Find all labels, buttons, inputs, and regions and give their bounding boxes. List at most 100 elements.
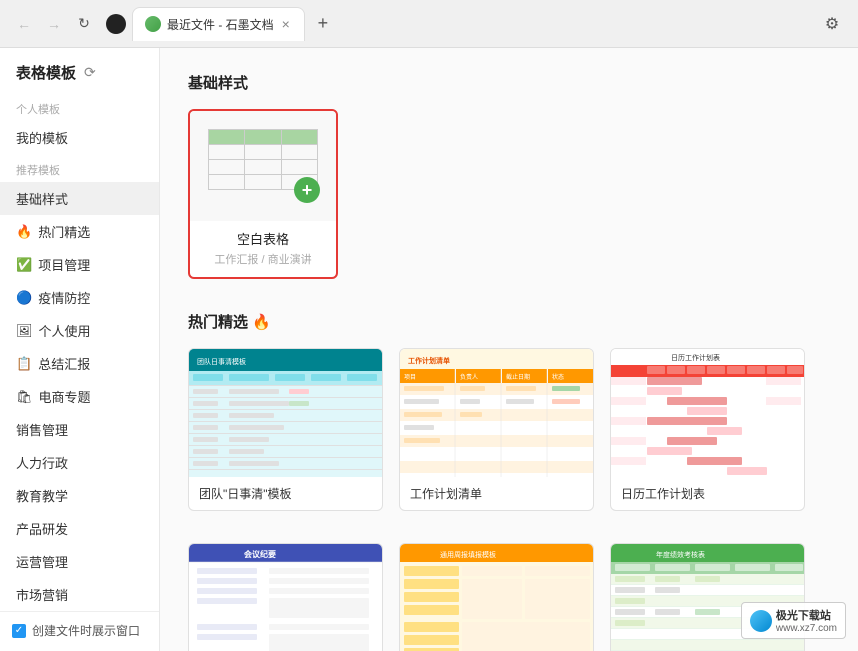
weekly-card[interactable]: 通用周报填报模板 (399, 543, 594, 651)
card-title: 空白表格 (200, 229, 326, 248)
card-name: 工作计划清单 (400, 477, 593, 510)
table-cell (245, 145, 281, 159)
section-label-personal: 个人模板 (0, 93, 159, 121)
tab-bar: 最近文件 - 石墨文档 × + (132, 7, 818, 41)
person-icon: 🖼 (16, 323, 33, 339)
sidebar-item-project[interactable]: ✅ 项目管理 (0, 248, 159, 281)
svg-text:截止日期: 截止日期 (506, 373, 530, 381)
tab-close-button[interactable]: × (280, 14, 292, 34)
card-subtitle: 工作汇报 / 商业演讲 (200, 251, 326, 267)
footer-label: 创建文件时展示窗口 (32, 622, 140, 639)
table-body-row (208, 159, 318, 174)
table-header-row (208, 129, 318, 144)
weekly-svg: 通用周报填报模板 (400, 544, 594, 651)
svg-text:通用周报填报模板: 通用周报填报模板 (440, 550, 496, 559)
footer-checkbox[interactable] (12, 624, 26, 638)
basic-template-grid: + 空白表格 工作汇报 / 商业演讲 (188, 109, 830, 279)
sidebar-header: 表格模板 ⟳ (0, 48, 159, 93)
table-cell (282, 145, 317, 159)
watermark-site: www.xz7.com (776, 623, 837, 634)
svg-text:年度绩效考核表: 年度绩效考核表 (656, 550, 705, 559)
svg-text:日历工作计划表: 日历工作计划表 (671, 353, 720, 362)
sidebar-item-epidemic[interactable]: 🔵 疫情防控 (0, 281, 159, 314)
plus-icon: + (294, 177, 320, 203)
table-cell (209, 175, 245, 189)
hot-icon: 🔥 (16, 224, 32, 240)
sidebar-item-label: 运营管理 (16, 552, 68, 571)
sidebar-item-personal[interactable]: 🖼 个人使用 (0, 314, 159, 347)
table-cell (209, 160, 245, 174)
sidebar-refresh-icon[interactable]: ⟳ (84, 64, 96, 81)
work-plan-preview: 工作计划清单 项目 负责人 截止日期 状态 (400, 349, 594, 477)
sidebar-item-label: 热门精选 (38, 222, 90, 241)
table-cell (209, 145, 245, 159)
sidebar-item-label: 教育教学 (16, 486, 68, 505)
sidebar-item-label: 电商专题 (39, 387, 91, 406)
work-plan-svg: 工作计划清单 项目 负责人 截止日期 状态 (400, 349, 594, 477)
sidebar-item-basic[interactable]: 基础样式 (0, 182, 159, 215)
table-cell (209, 130, 245, 144)
sidebar-item-label: 我的模板 (16, 128, 68, 147)
nav-buttons: ← → ↻ (12, 12, 96, 36)
sidebar-item-label: 总结汇报 (38, 354, 90, 373)
forward-button[interactable]: → (42, 12, 66, 36)
card-name: 日历工作计划表 (611, 477, 804, 510)
browser-favicon (106, 14, 126, 34)
svg-text:项目: 项目 (404, 374, 416, 381)
calendar-plan-preview: 日历工作计划表 (611, 349, 805, 477)
svg-text:负责人: 负责人 (460, 373, 478, 381)
calendar-plan-card[interactable]: 日历工作计划表 (610, 348, 805, 511)
work-plan-card[interactable]: 工作计划清单 项目 负责人 截止日期 状态 (399, 348, 594, 511)
sidebar-item-summary[interactable]: 📋 总结汇报 (0, 347, 159, 380)
sidebar-item-hr[interactable]: 人力行政 (0, 446, 159, 479)
new-tab-button[interactable]: + (309, 10, 337, 38)
sidebar-item-hot[interactable]: 🔥 热门精选 (0, 215, 159, 248)
meeting-card[interactable]: 会议纪要 (188, 543, 383, 651)
sidebar-item-education[interactable]: 教育教学 (0, 479, 159, 512)
back-button[interactable]: ← (12, 12, 36, 36)
sidebar-item-operation[interactable]: 运营管理 (0, 545, 159, 578)
svg-text:团队日事清模板: 团队日事清模板 (197, 357, 246, 366)
sidebar-item-my-templates[interactable]: 我的模板 (0, 121, 159, 154)
sidebar-item-product[interactable]: 产品研发 (0, 512, 159, 545)
active-tab[interactable]: 最近文件 - 石墨文档 × (132, 7, 305, 41)
section-label-recommended: 推荐模板 (0, 154, 159, 182)
settings-button[interactable]: ⚙ (818, 10, 846, 38)
sidebar: 表格模板 ⟳ 个人模板 我的模板 推荐模板 基础样式 🔥 热门精选 ✅ 项目管理… (0, 48, 160, 651)
watermark: 极光下载站 www.xz7.com (741, 602, 846, 639)
sidebar-item-ecommerce[interactable]: 🛍 电商专题 (0, 380, 159, 413)
section2-title: 热门精选 🔥 (188, 311, 830, 332)
doc-icon: 📋 (16, 356, 32, 372)
sidebar-item-label: 人力行政 (16, 453, 68, 472)
table-cell (245, 175, 281, 189)
sidebar-item-label: 疫情防控 (38, 288, 90, 307)
blank-preview: + (188, 111, 338, 221)
table-cell (245, 130, 281, 144)
check-icon: ✅ (16, 257, 32, 273)
watermark-brand: 极光下载站 (776, 607, 837, 623)
row2-template-grid: 会议纪要 (188, 543, 830, 651)
weekly-preview: 通用周报填报模板 (400, 544, 594, 651)
team-daily-card[interactable]: 团队日事清模板 (188, 348, 383, 511)
table-cell (245, 160, 281, 174)
sidebar-item-label: 基础样式 (16, 189, 68, 208)
tab-favicon (145, 16, 161, 32)
sidebar-footer[interactable]: 创建文件时展示窗口 (0, 611, 159, 649)
sidebar-item-label: 销售管理 (16, 420, 68, 439)
svg-text:工作计划清单: 工作计划清单 (408, 356, 450, 365)
watermark-logo: 极光下载站 www.xz7.com (750, 607, 837, 634)
svg-text:状态: 状态 (552, 373, 564, 381)
sidebar-item-marketing[interactable]: 市场营销 (0, 578, 159, 611)
sidebar-item-label: 项目管理 (38, 255, 90, 274)
meeting-preview: 会议纪要 (189, 544, 383, 651)
sidebar-item-label: 市场营销 (16, 585, 68, 604)
card-label-area: 空白表格 工作汇报 / 商业演讲 (190, 221, 336, 277)
svg-text:会议纪要: 会议纪要 (244, 549, 276, 559)
meeting-svg: 会议纪要 (189, 544, 383, 651)
tab-label: 最近文件 - 石墨文档 (167, 16, 274, 33)
watermark-text: 极光下载站 www.xz7.com (776, 607, 837, 634)
main-layout: 表格模板 ⟳ 个人模板 我的模板 推荐模板 基础样式 🔥 热门精选 ✅ 项目管理… (0, 48, 858, 651)
sidebar-item-sales[interactable]: 销售管理 (0, 413, 159, 446)
blank-template-card[interactable]: + 空白表格 工作汇报 / 商业演讲 (188, 109, 338, 279)
refresh-button[interactable]: ↻ (72, 12, 96, 36)
